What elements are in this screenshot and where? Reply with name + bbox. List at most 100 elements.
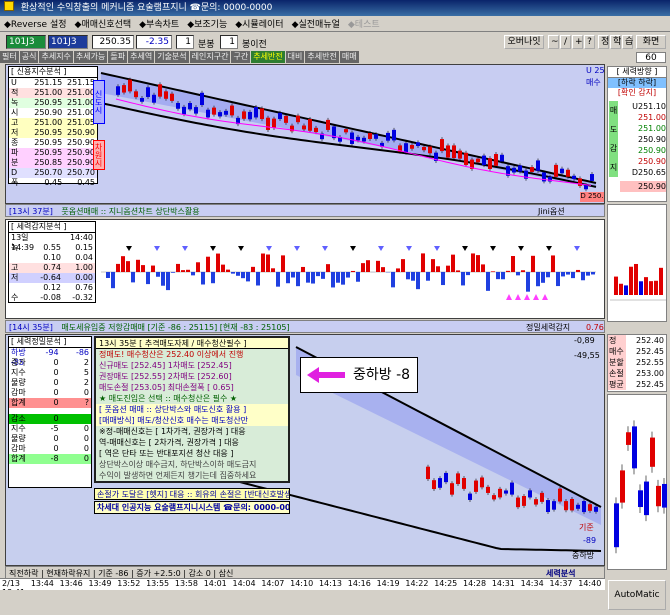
tool-button-1[interactable]: / bbox=[560, 35, 571, 49]
histogram-bar bbox=[216, 253, 220, 272]
menu-bar: ◆Reverse 설정 ◆매매신호선택 ◆부속차트 ◆보조기능 ◆시뮬레이터 ◆실전매뉴얼… bbox=[0, 16, 670, 32]
histogram-bar bbox=[226, 269, 230, 272]
histogram-bar bbox=[586, 272, 590, 276]
indicator-tab[interactable]: 대비 bbox=[285, 51, 305, 63]
histogram-bar bbox=[191, 272, 195, 276]
histogram-bar bbox=[136, 259, 140, 272]
indicator-tab[interactable]: 돌파 bbox=[108, 51, 128, 63]
histogram-bar bbox=[491, 271, 495, 272]
histogram-bar bbox=[311, 272, 315, 284]
indicator-tab[interactable]: 추세가능 bbox=[73, 51, 108, 63]
indicator-tab[interactable]: 필터 bbox=[0, 51, 19, 63]
automatic-button[interactable]: AutoMatic bbox=[608, 580, 666, 610]
indicator-tab[interactable]: 추세반전 bbox=[305, 51, 339, 63]
time-tick-label: 13:46 bbox=[59, 579, 83, 588]
candle-body bbox=[266, 117, 270, 130]
candle-body bbox=[552, 501, 556, 510]
direction-value: 250.90 bbox=[638, 157, 666, 166]
candle-body bbox=[158, 84, 162, 97]
indicator-tab[interactable]: 공식 bbox=[19, 51, 39, 63]
time-axis: 2/13 13:41 13:44 13:46 13:49 13:52 13:55 13:58… bbox=[0, 578, 605, 597]
indicator-tab[interactable]: 레인지구간 bbox=[189, 51, 231, 63]
candle-body bbox=[296, 115, 300, 123]
indicator-tab[interactable]: 추세지수 bbox=[39, 51, 73, 63]
menu-item-3[interactable]: ◆보조기능 bbox=[183, 17, 231, 30]
histogram-bar bbox=[281, 255, 285, 272]
pink-triangle-icon bbox=[542, 294, 548, 300]
tool-button-2[interactable]: + bbox=[572, 35, 583, 49]
study-button-0[interactable]: 정 bbox=[598, 35, 609, 49]
study-button-1[interactable]: 학 bbox=[610, 35, 621, 49]
info-row: 0.10 0.04 bbox=[43, 253, 93, 262]
candle-body bbox=[546, 500, 550, 513]
histogram-bar bbox=[221, 264, 225, 272]
right-panel: [ 세력방향 ] [하락 하락] [확인 감지] 매도감지 U251.10 251… bbox=[605, 64, 669, 572]
study-button-2[interactable]: 습 bbox=[622, 35, 633, 49]
signal-marker-icon bbox=[574, 246, 580, 251]
info-row: 저 250.95 250.90 bbox=[9, 128, 97, 138]
menu-item-4[interactable]: ◆시뮬레이터 bbox=[231, 17, 287, 30]
bottom-info-title: [ 세력정밀분석 ] bbox=[9, 337, 91, 348]
candle-body bbox=[540, 492, 544, 502]
histogram-bar bbox=[121, 256, 125, 272]
time-tick-label: 2/13 13:41 bbox=[2, 579, 25, 597]
menu-item-6[interactable]: ◆테스트 bbox=[344, 17, 384, 30]
candle-body bbox=[450, 483, 454, 495]
overnight-button[interactable]: 오버나잇 bbox=[504, 35, 544, 49]
info-row: 녹 250.95 251.00 bbox=[9, 98, 97, 108]
candle-body bbox=[588, 504, 592, 511]
indicator-tab[interactable]: 추세역 bbox=[128, 51, 155, 63]
histogram-bar bbox=[476, 255, 480, 272]
candle-body bbox=[242, 111, 246, 119]
histogram-bar bbox=[581, 272, 585, 281]
mini-candle bbox=[649, 281, 653, 295]
histogram-bar bbox=[241, 272, 245, 279]
mini-candle bbox=[644, 481, 649, 516]
direction-value: 251.00 bbox=[638, 113, 666, 122]
histogram-bar bbox=[186, 269, 190, 272]
indicator-tab[interactable]: 매매 bbox=[339, 51, 359, 63]
candle-body bbox=[224, 110, 228, 115]
popup-line: [ 역은 단타 또는 반대포지션 청산 대응 ] bbox=[99, 449, 234, 458]
menu-item-5[interactable]: ◆실전매뉴얼 bbox=[288, 17, 344, 30]
histogram-bar bbox=[376, 260, 380, 272]
candle-body bbox=[128, 79, 132, 92]
bottom-right-val-1: -0,89 bbox=[574, 336, 595, 345]
indicator-tab[interactable]: 구간 bbox=[231, 51, 251, 63]
symbol-field[interactable]: 101J3 bbox=[48, 35, 88, 49]
tool-button-0[interactable]: ~ bbox=[548, 35, 559, 49]
time-tick-label: 14:34 bbox=[520, 579, 544, 588]
candle-body bbox=[374, 134, 378, 139]
menu-item-0[interactable]: ◆Reverse 설정 bbox=[0, 17, 71, 30]
candle-body bbox=[486, 486, 490, 493]
before-input[interactable]: 1 bbox=[220, 35, 238, 49]
indicator-tab[interactable]: 기술분석 bbox=[155, 51, 189, 63]
symbol-selector[interactable]: 101J3 bbox=[6, 35, 46, 49]
info-row: 폭 0.45 0.45 bbox=[11, 178, 95, 187]
tool-button-3[interactable]: ? bbox=[584, 35, 595, 49]
signal-marker-icon bbox=[350, 246, 356, 251]
interval-input[interactable]: 1 bbox=[176, 35, 194, 49]
signal-marker-icon bbox=[490, 246, 496, 251]
popup-line: 역-매매신호는 [ 2차가격, 권장가격 ] 대응 bbox=[99, 438, 239, 447]
mini-candle bbox=[656, 485, 661, 507]
candle-body bbox=[572, 175, 576, 180]
menu-item-1[interactable]: ◆매매신호선택 bbox=[71, 17, 136, 30]
direction-value: 251.00 bbox=[638, 124, 666, 133]
mini-candle bbox=[632, 426, 637, 469]
target-value-row: 분할 252.55 bbox=[608, 357, 664, 368]
top-info-title: [ 신용지수분석 ] bbox=[9, 67, 97, 78]
histogram-bar bbox=[206, 256, 210, 272]
screen-value[interactable]: 60 bbox=[636, 52, 666, 63]
histogram-bar bbox=[451, 254, 455, 272]
candle-body bbox=[482, 155, 486, 166]
candle-body bbox=[522, 495, 526, 506]
histogram-bar bbox=[361, 263, 365, 272]
histogram-bar bbox=[246, 272, 250, 282]
indicator-tab[interactable]: 추세반전 bbox=[251, 51, 285, 63]
pink-triangle-icon bbox=[524, 294, 530, 300]
menu-item-2[interactable]: ◆부속차트 bbox=[135, 17, 183, 30]
right-mini-chart-2 bbox=[607, 394, 667, 570]
mid-status-bar: [14시 35분] 매도세유입중 저항감매매 [기준 -86 : 25115] … bbox=[5, 320, 605, 333]
left-arrow-icon bbox=[307, 367, 345, 383]
